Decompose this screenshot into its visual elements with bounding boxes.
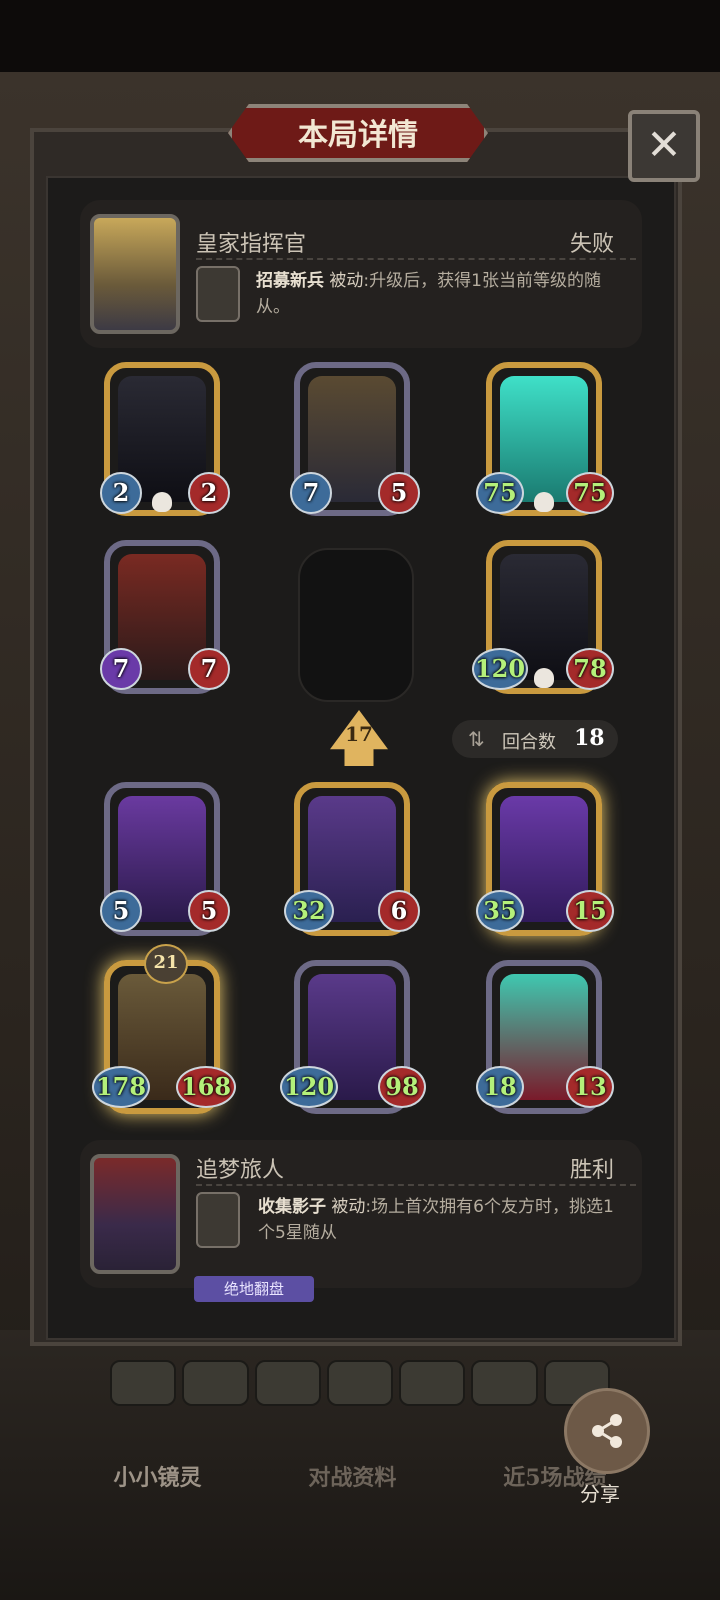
refresh-icon: ⇅ bbox=[468, 727, 485, 751]
mini-card bbox=[254, 1360, 321, 1406]
player2-result: 胜利 bbox=[570, 1158, 615, 1183]
health-stat: 7 bbox=[188, 648, 230, 690]
player1-name: 皇家指挥官 bbox=[196, 232, 307, 257]
player2-avatar[interactable] bbox=[90, 1154, 180, 1274]
tab-mirror-spirit[interactable]: 小小镜灵 bbox=[113, 1460, 201, 1500]
attack-stat: 7 bbox=[100, 648, 142, 690]
health-stat: 6 bbox=[378, 890, 420, 932]
mini-card bbox=[110, 1360, 177, 1406]
rounds-counter: ⇅ 回合数 18 bbox=[452, 720, 618, 758]
attack-stat: 32 bbox=[284, 890, 334, 932]
mini-card bbox=[182, 1360, 249, 1406]
mini-card-row bbox=[110, 1360, 610, 1406]
skill-type: 被动 bbox=[329, 271, 364, 291]
skill-type: 被动 bbox=[331, 1197, 366, 1217]
player2-skill: 收集影子 被动:场上首次拥有6个友方时，挑选1个5星随从 bbox=[258, 1194, 628, 1246]
attack-stat: 7 bbox=[290, 472, 332, 514]
health-stat: 5 bbox=[188, 890, 230, 932]
close-button[interactable]: ✕ bbox=[628, 110, 700, 182]
player2-name: 追梦旅人 bbox=[196, 1158, 285, 1183]
attack-stat: 18 bbox=[476, 1066, 524, 1108]
health-stat: 13 bbox=[566, 1066, 614, 1108]
mini-card bbox=[471, 1360, 538, 1406]
player1-avatar[interactable] bbox=[90, 214, 180, 334]
divider bbox=[196, 258, 636, 260]
skill-name: 招募新兵 bbox=[256, 271, 324, 291]
health-stat: 98 bbox=[378, 1066, 426, 1108]
health-stat: 5 bbox=[378, 472, 420, 514]
health-stat: 75 bbox=[566, 472, 614, 514]
unit-level-badge: 21 bbox=[144, 944, 188, 984]
rounds-label: 回合数 bbox=[502, 732, 556, 753]
dialog-title: 本局详情 bbox=[298, 118, 418, 153]
health-stat: 78 bbox=[566, 648, 614, 690]
player1-skill: 招募新兵 被动:升级后，获得1张当前等级的随从。 bbox=[256, 268, 626, 320]
rank-value: 17 bbox=[345, 722, 373, 746]
health-stat: 2 bbox=[188, 472, 230, 514]
attack-stat: 2 bbox=[100, 472, 142, 514]
player1-skill-icon[interactable] bbox=[196, 266, 240, 322]
mini-card bbox=[399, 1360, 466, 1406]
empty-slot bbox=[298, 548, 414, 702]
health-stat: 168 bbox=[176, 1066, 236, 1108]
tab-battle-info[interactable]: 对战资料 bbox=[308, 1460, 396, 1500]
share-button[interactable] bbox=[564, 1388, 650, 1474]
attack-stat: 35 bbox=[476, 890, 524, 932]
attack-stat: 178 bbox=[92, 1066, 150, 1108]
share-icon bbox=[592, 1414, 622, 1448]
share-label: 分享 bbox=[580, 1482, 620, 1506]
comeback-tag: 绝地翻盘 bbox=[194, 1276, 314, 1302]
attack-stat: 75 bbox=[476, 472, 524, 514]
skull-icon bbox=[534, 492, 554, 512]
attack-stat: 120 bbox=[472, 648, 528, 690]
attack-stat: 120 bbox=[280, 1066, 338, 1108]
divider bbox=[196, 1184, 636, 1186]
mini-card bbox=[326, 1360, 394, 1406]
attack-stat: 5 bbox=[100, 890, 142, 932]
skull-icon bbox=[534, 668, 554, 688]
skill-name: 收集影子 bbox=[258, 1197, 326, 1217]
skull-icon bbox=[152, 492, 172, 512]
player1-result: 失败 bbox=[570, 232, 615, 257]
status-bar-area bbox=[0, 0, 720, 72]
close-icon: ✕ bbox=[646, 120, 682, 169]
rounds-value: 18 bbox=[574, 725, 605, 751]
health-stat: 15 bbox=[566, 890, 614, 932]
player2-skill-icon[interactable] bbox=[196, 1192, 240, 1248]
